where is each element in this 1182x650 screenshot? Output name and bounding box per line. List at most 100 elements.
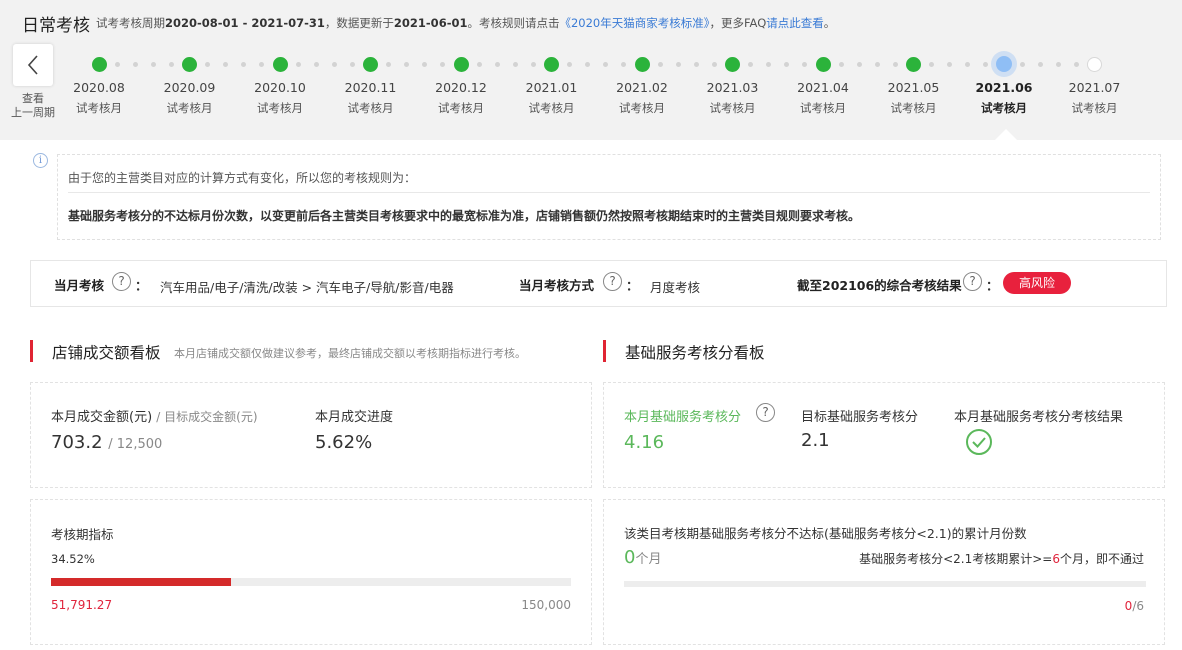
timeline-dot-done[interactable] (182, 57, 197, 72)
prev-period-button[interactable] (13, 44, 53, 86)
period-info: 试考考核周期2020-08-01 - 2021-07-31，数据更新于2021-… (96, 16, 836, 30)
timeline-month[interactable]: 2020.11 (331, 80, 411, 95)
timeline-connector-dot (404, 62, 410, 67)
service-month-card: 本月基础服务考核分 ? 4.16 目标基础服务考核分 2.1 本月基础服务考核分… (603, 382, 1165, 488)
timeline-month[interactable]: 2020.08 (59, 80, 139, 95)
timeline-connector-dot (585, 62, 591, 67)
timeline-dot-done[interactable] (453, 57, 469, 72)
timeline-connector-dot (766, 62, 772, 67)
timeline-connector-dot (802, 62, 808, 67)
timeline-connector-dot (856, 62, 862, 67)
timeline-dot-done[interactable] (906, 57, 921, 72)
timeline-dot-done[interactable] (363, 57, 378, 72)
timeline-month[interactable]: 2020.12 (421, 80, 501, 95)
timeline-month[interactable]: 2021.07 (1055, 80, 1135, 95)
timeline-connector-dot (114, 62, 120, 67)
risk-status-badge: 高风险 (1003, 272, 1071, 294)
timeline-month[interactable]: 2021.01 (512, 80, 592, 95)
timeline-connector-dot (1019, 62, 1025, 67)
timeline-month-type: 试考核月 (76, 101, 122, 115)
timeline-month-type: 试考核月 (257, 101, 303, 115)
fail-fraction: 0/6 (1124, 599, 1144, 613)
timeline-dot-done[interactable] (725, 57, 740, 72)
help-icon[interactable]: ? (963, 272, 982, 291)
timeline-connector-dot (512, 62, 518, 67)
fail-title: 该类目考核期基础服务考核分不达标(基础服务考核分<2.1)的累计月份数 (624, 526, 1027, 541)
sales-month-card: 本月成交金额(元) / 目标成交金额(元) 703.2 / 12,500 本月成… (30, 382, 592, 488)
timeline-month[interactable]: 2021.02 (602, 80, 682, 95)
timeline-connector-dot (784, 62, 790, 67)
timeline-dot-future[interactable] (1087, 57, 1102, 72)
timeline-month-type: 试考核月 (709, 101, 756, 115)
divider (68, 192, 1150, 193)
timeline-month-type: 试考核月 (347, 101, 394, 115)
rule-link[interactable]: 《2020年天猫商家考核标准》 (559, 16, 709, 30)
timeline-dot-done[interactable] (815, 57, 831, 72)
timeline-month-type: 试考核月 (528, 101, 575, 115)
fail-progress-bar (624, 581, 1146, 587)
prev-period-label[interactable]: 查看 上一周期 (6, 92, 60, 120)
timeline-connector-dot (983, 62, 989, 67)
timeline-connector-dot (440, 62, 446, 67)
pass-check-icon (966, 429, 992, 455)
timeline-connector-dot (603, 62, 609, 67)
timeline-connector-dot (1073, 62, 1079, 67)
timeline-connector-dot (259, 62, 265, 67)
timeline-month[interactable]: 2021.04 (783, 80, 863, 95)
sales-board-title: 店铺成交额看板 (52, 344, 161, 362)
timeline-month[interactable]: 2020.09 (150, 80, 230, 95)
timeline-month-type: 试考核月 (166, 101, 213, 115)
period-percent: 34.52% (51, 552, 95, 566)
period-target-value: 150,000 (521, 598, 571, 612)
timeline-month[interactable]: 2021.05 (874, 80, 954, 95)
progress-label: 本月成交进度 (315, 410, 394, 425)
timeline-connector-dot (422, 62, 428, 67)
help-icon[interactable]: ? (603, 272, 622, 291)
method-label: 当月考核方式 (519, 278, 595, 293)
info-icon: i (33, 153, 48, 168)
amount-value: 703.2 / 12,500 (51, 432, 163, 453)
timeline-connector-dot (748, 62, 754, 67)
timeline-connector-dot (838, 62, 844, 67)
timeline-connector-dot (132, 62, 138, 67)
timeline-connector-dot (150, 62, 156, 67)
fail-count: 0个月 (624, 547, 662, 568)
faq-link[interactable]: 请点此查看 (766, 16, 824, 30)
timeline-connector-dot (223, 62, 229, 67)
timeline-connector-dot (965, 62, 971, 67)
method-value: 月度考核 (650, 280, 701, 295)
timeline-month[interactable]: 2021.06 (964, 80, 1044, 95)
help-icon[interactable]: ? (756, 403, 775, 422)
sales-period-card: 考核期指标 34.52% 51,791.27 150,000 (30, 499, 592, 645)
timeline-month-type: 试考核月 (981, 101, 1027, 115)
service-score-label: 本月基础服务考核分 (624, 410, 742, 425)
timeline-connector-dot (929, 62, 935, 67)
timeline-month[interactable]: 2020.10 (240, 80, 320, 95)
timeline-dot-done[interactable] (91, 57, 107, 72)
timeline-connector-dot (1037, 62, 1043, 67)
help-icon[interactable]: ? (112, 272, 131, 291)
timeline-connector-dot (494, 62, 500, 67)
timeline-connector-dot (892, 62, 898, 67)
timeline-connector-dot (621, 62, 627, 67)
timeline-dot-done[interactable] (544, 57, 559, 72)
timeline-connector-dot (241, 62, 247, 67)
timeline-dot-done[interactable] (272, 57, 288, 72)
progress-value: 5.62% (315, 432, 373, 453)
timeline-month-type: 试考核月 (438, 101, 484, 115)
service-period-card: 该类目考核期基础服务考核分不达标(基础服务考核分<2.1)的累计月份数 0个月 … (603, 499, 1165, 645)
period-progress-fill (51, 578, 231, 586)
timeline-connector-dot (567, 62, 573, 67)
timeline-connector-dot (947, 62, 953, 67)
rule-notice: 由于您的主营类目对应的计算方式有变化，所以您的考核规则为： 基础服务考核分的不达… (57, 154, 1161, 240)
timeline-dot-done[interactable] (634, 57, 650, 72)
service-score-value: 4.16 (624, 432, 665, 453)
timeline-month-type: 试考核月 (1071, 101, 1118, 115)
timeline-dot-current[interactable] (996, 56, 1012, 72)
section-marker (30, 340, 33, 362)
timeline-connector-dot (386, 62, 392, 67)
timeline-connector-dot (711, 62, 717, 67)
sales-board-note: 本月店铺成交额仅做建议参考，最终店铺成交额以考核期指标进行考核。 (174, 347, 526, 360)
service-board-title: 基础服务考核分看板 (625, 344, 765, 362)
timeline-month[interactable]: 2021.03 (693, 80, 773, 95)
